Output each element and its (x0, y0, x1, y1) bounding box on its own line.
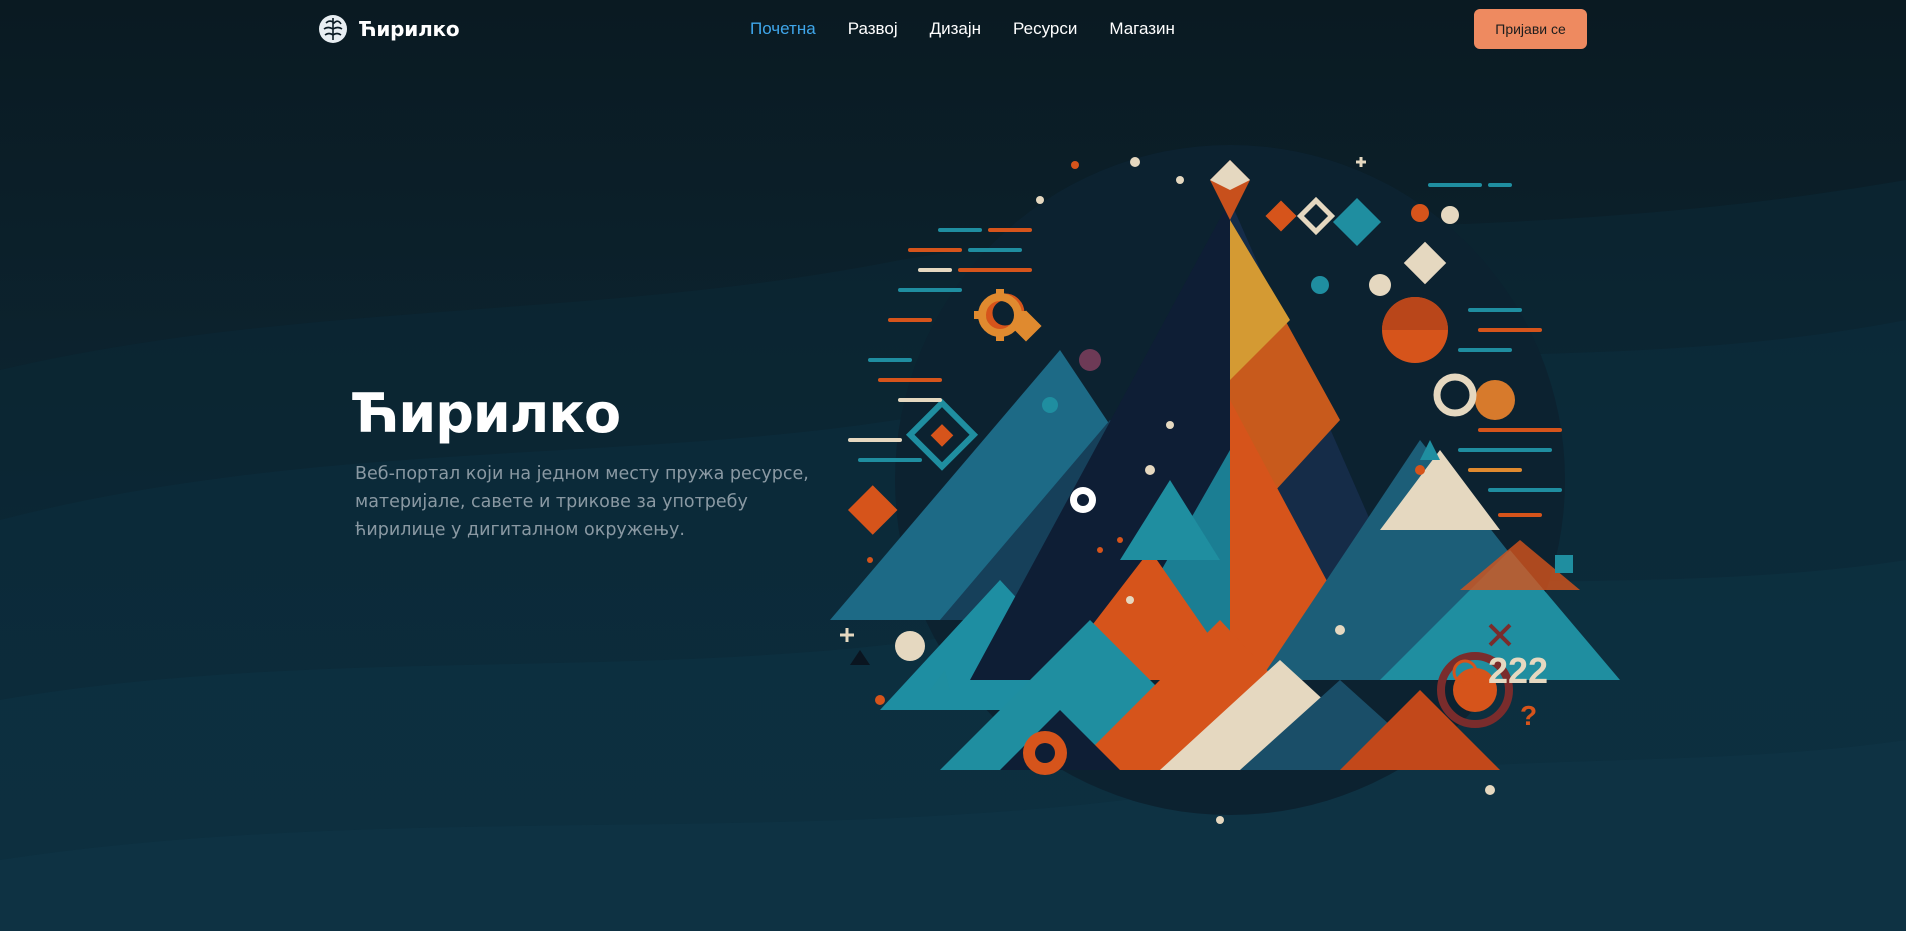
nav-link-development[interactable]: Развој (848, 19, 898, 39)
hero-description: Веб-портал који на једном месту пружа ре… (355, 464, 809, 540)
top-navbar: Ћирилко Почетна Развој Дизајн Ресурси Ма… (0, 0, 1906, 60)
hero-illustration: 222 ? (830, 145, 1620, 824)
art-question-mark: ? (1520, 700, 1537, 731)
nav-link-design[interactable]: Дизајн (930, 19, 981, 39)
hero-title: Ћирилко (352, 382, 621, 445)
logo[interactable]: Ћирилко (317, 13, 460, 45)
logo-text: Ћирилко (359, 17, 460, 41)
nav-link-magazine[interactable]: Магазин (1109, 19, 1175, 39)
nav-link-home[interactable]: Почетна (750, 19, 816, 39)
art-numbers: 222 (1488, 650, 1548, 691)
main-nav: Почетна Развој Дизајн Ресурси Магазин (750, 19, 1175, 39)
nav-link-resources[interactable]: Ресурси (1013, 19, 1077, 39)
brain-logo-icon (319, 15, 347, 43)
login-button[interactable]: Пријави се (1474, 9, 1587, 49)
